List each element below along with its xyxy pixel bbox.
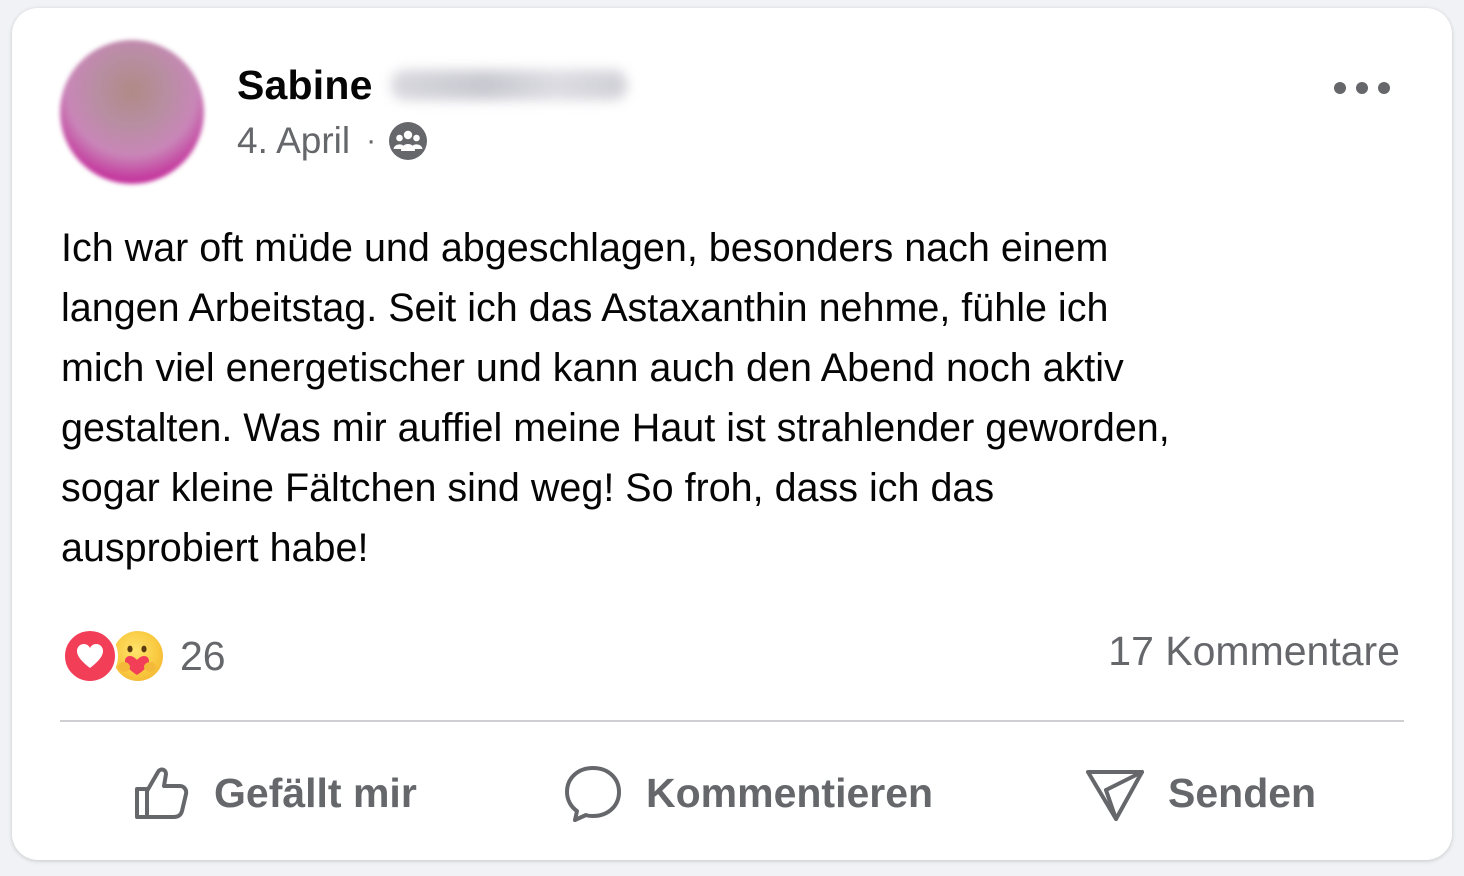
send-icon <box>1086 770 1144 821</box>
speech-bubble-icon <box>565 766 621 822</box>
reactions-summary[interactable]: 26 <box>62 626 226 686</box>
thumbs-up-icon <box>135 767 189 819</box>
author-surname-blurred <box>390 70 627 100</box>
post-date[interactable]: 4. April <box>237 120 350 162</box>
more-dot-icon <box>1356 82 1368 94</box>
author-name[interactable]: Sabine <box>237 62 373 109</box>
group-icon[interactable] <box>388 121 428 161</box>
author-row: Sabine <box>237 60 627 110</box>
send-label: Senden <box>1168 769 1317 816</box>
post-text: Ich war oft müde und abgeschlagen, beson… <box>61 226 1170 570</box>
love-reaction-icon <box>62 628 118 684</box>
comments-count-link[interactable]: 17 Kommentare <box>1108 628 1400 675</box>
send-button[interactable]: Senden <box>1084 760 1316 826</box>
like-label: Gefällt mir <box>214 769 417 816</box>
comment-button[interactable]: Kommentieren <box>562 760 933 826</box>
more-dot-icon <box>1334 82 1346 94</box>
reaction-count: 26 <box>180 632 226 679</box>
care-reaction-icon <box>110 628 166 684</box>
like-button[interactable]: Gefällt mir <box>130 760 417 826</box>
post-meta: 4. April · <box>237 118 428 164</box>
divider <box>60 720 1404 722</box>
avatar[interactable] <box>60 40 204 184</box>
more-dot-icon <box>1378 82 1390 94</box>
more-options-button[interactable] <box>1334 74 1390 102</box>
comment-label: Kommentieren <box>646 769 934 816</box>
meta-separator: · <box>366 124 377 157</box>
post-card: Sabine 4. April · Ich war oft müde und a… <box>12 8 1452 860</box>
